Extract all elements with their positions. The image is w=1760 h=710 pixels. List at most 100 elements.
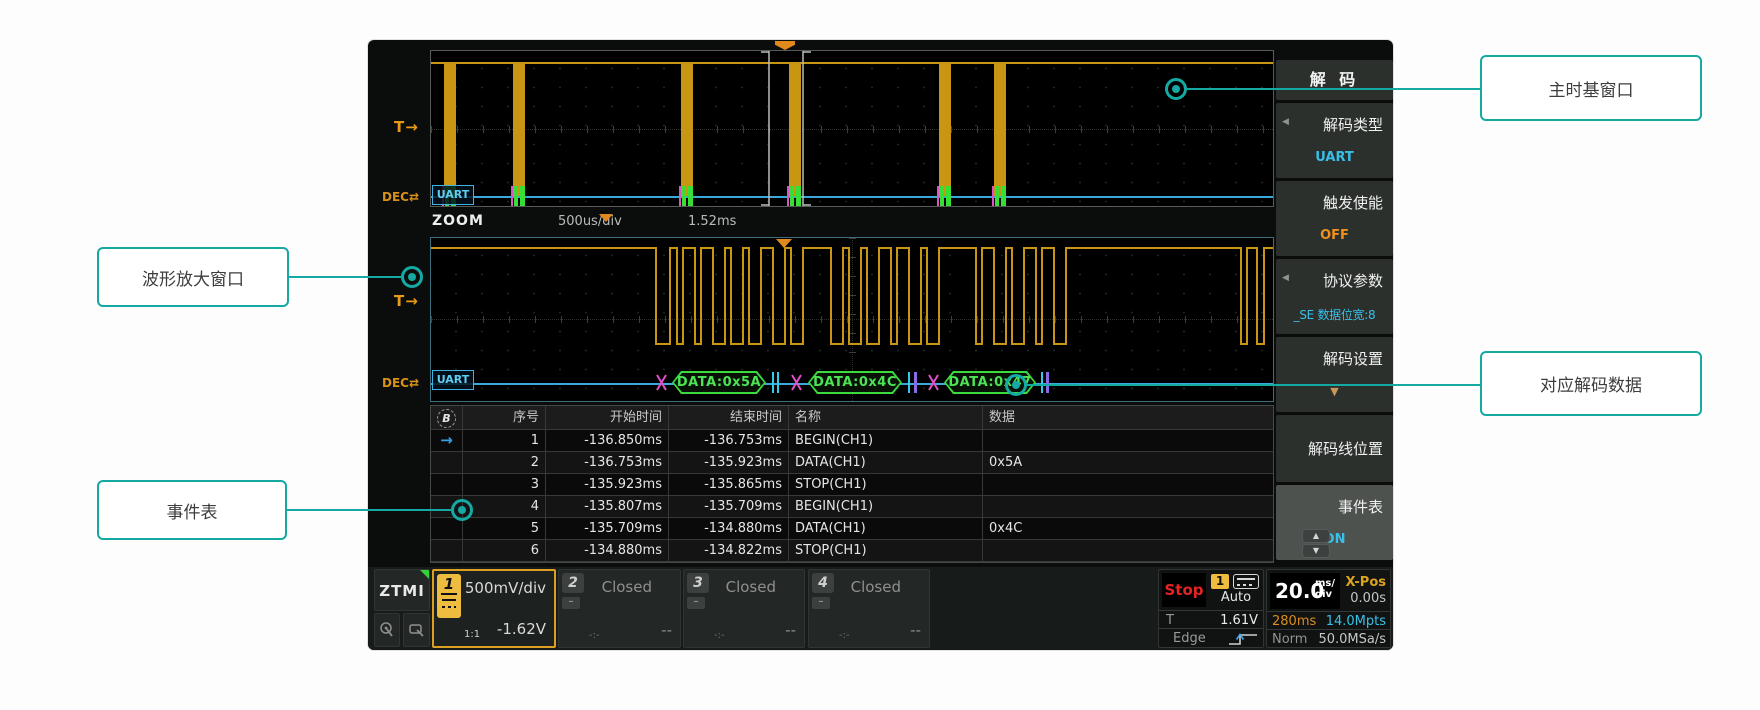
frame-idle-marker-icon — [1046, 372, 1049, 393]
channel-offset: -- — [785, 621, 796, 639]
table-cell — [983, 474, 1273, 495]
table-row[interactable]: 5-135.709ms-134.880msDATA(CH1)0x4C — [431, 518, 1273, 540]
menu-item-value: ON — [1276, 532, 1393, 547]
frame-end-marker-icon — [772, 372, 774, 393]
table-cell — [983, 540, 1273, 561]
table-row[interactable]: 2-136.753ms-135.923msDATA(CH1)0x5A — [431, 452, 1273, 474]
menu-item-decode-type[interactable]: ◀ 解码类型 UART — [1276, 103, 1393, 178]
decode-bubble: DATA:0x4C — [808, 371, 902, 394]
trigger-status-block[interactable]: Stop 1 Auto T 1.61V Edge — [1158, 569, 1264, 648]
row-pointer-cell — [431, 452, 463, 473]
channel-state: Closed — [726, 578, 776, 596]
callout-event-table: 事件表 — [97, 480, 287, 540]
scroll-down-button[interactable]: ▼ — [1302, 544, 1330, 558]
row-pointer-cell — [431, 540, 463, 561]
trigger-position-marker-icon[interactable] — [775, 41, 795, 50]
menu-item-label: 解码设置 — [1276, 348, 1383, 369]
menu-title: 解 码 — [1276, 60, 1393, 100]
zoom-trigger-position-icon — [776, 239, 792, 248]
table-row[interactable]: 4-135.807ms-135.709msBEGIN(CH1) — [431, 496, 1273, 518]
probe-ratio: -:- — [714, 630, 725, 641]
capture-range: 280ms — [1272, 614, 1316, 629]
menu-item-trigger-enable[interactable]: 触发使能 OFF — [1276, 181, 1393, 256]
table-header-cell: 结束时间 — [669, 406, 789, 429]
trigger-coupling-icon — [1233, 574, 1259, 589]
zoom-delay-value: 1.52ms — [688, 214, 736, 229]
probe-ratio: 1:1 — [464, 629, 480, 640]
frame-end-marker-icon — [908, 372, 910, 393]
zoom-decode-line-marker[interactable]: DEC⇄ — [382, 376, 419, 390]
current-row-arrow-icon: → — [440, 431, 453, 449]
menu-item-label: 事件表 — [1276, 496, 1383, 517]
table-header-cell: 开始时间 — [546, 406, 669, 429]
main-decode-line-marker[interactable]: DEC⇄ — [382, 190, 419, 204]
channel-4-tile[interactable]: 4 – Closed -:- -- — [808, 569, 930, 648]
trigger-level-label: T — [1166, 613, 1174, 628]
table-cell: DATA(CH1) — [789, 518, 983, 539]
frame-end-marker-icon — [1041, 372, 1043, 393]
chevron-down-icon: ▼ — [1276, 385, 1393, 398]
table-cell: 2 — [463, 452, 546, 473]
table-header-row: B序号开始时间结束时间名称数据 — [431, 406, 1273, 430]
rising-edge-icon — [1227, 631, 1259, 647]
event-table-scrollbar: ▲ ▼ — [1302, 529, 1330, 559]
table-header-cell: 名称 — [789, 406, 983, 429]
dc-coupling-icon — [442, 599, 456, 613]
callout-marker-main-timebase — [1165, 78, 1187, 100]
main-trigger-level-marker[interactable]: T→ — [394, 118, 419, 136]
sample-rate: 50.0MSa/s — [1318, 632, 1386, 647]
channel-1-badge: 1 — [437, 574, 461, 618]
channel-2-badge: 2 — [562, 573, 584, 593]
xpos-label: X-Pos — [1345, 575, 1386, 590]
table-cell: BEGIN(CH1) — [789, 430, 983, 451]
brand-logo: ZTMI — [374, 569, 430, 611]
channel-1-tile[interactable]: 1 500mV/div 1:1 -1.62V — [432, 569, 556, 648]
channel-state: Closed — [851, 578, 901, 596]
table-row[interactable]: 6-134.880ms-134.822msSTOP(CH1) — [431, 540, 1273, 562]
table-row[interactable]: 3-135.923ms-135.865msSTOP(CH1) — [431, 474, 1273, 496]
timebase-unit-top: ms/ — [1315, 578, 1335, 589]
row-pointer-cell: → — [431, 430, 463, 451]
table-cell: 5 — [463, 518, 546, 539]
menu-item-label: 解码线位置 — [1276, 415, 1383, 482]
zoom-offset-marker-icon — [599, 214, 613, 222]
zoom-scale-bar: ZOOM 500us/div 1.52ms — [368, 210, 1272, 234]
timebase-status-block[interactable]: 20.0 ms/ div X-Pos 0.00s 280ms 14.0Mpts … — [1266, 569, 1391, 648]
menu-item-event-table[interactable]: 事件表 ON — [1276, 485, 1393, 560]
menu-item-decode-line-position[interactable]: 解码线位置 — [1276, 415, 1393, 482]
channel-3-badge: 3 — [687, 573, 709, 593]
acquire-mode: Norm — [1272, 632, 1307, 647]
frame-end-marker-icon — [777, 372, 779, 393]
main-timebase-window — [430, 50, 1274, 207]
menu-item-decode-settings[interactable]: 解码设置 ▼ — [1276, 337, 1393, 412]
touch-gesture-button[interactable] — [374, 613, 400, 647]
bottom-status-bar: ZTMI 1 500 — [368, 567, 1393, 650]
callout-line — [287, 509, 451, 511]
callout-marker-event-table — [451, 499, 473, 521]
coupling-badge: – — [812, 597, 830, 609]
trigger-type: Edge — [1173, 631, 1206, 646]
zoom-trigger-level-marker[interactable]: T→ — [394, 292, 419, 310]
coupling-badge: – — [562, 597, 580, 609]
channel-2-tile[interactable]: 2 – Closed -:- -- — [558, 569, 681, 648]
coupling-badge: – — [687, 597, 705, 609]
oscilloscope-screen: T→ DEC⇄ UART ZOOM 500us/div 1.52ms T→ DE… — [368, 40, 1393, 650]
callout-zoom-window: 波形放大窗口 — [97, 247, 289, 307]
channel-3-tile[interactable]: 3 – Closed -:- -- — [683, 569, 805, 648]
table-cell — [983, 496, 1273, 517]
table-cell: DATA(CH1) — [789, 452, 983, 473]
scroll-up-button[interactable]: ▲ — [1302, 529, 1330, 543]
channel-offset: -- — [910, 621, 921, 639]
pan-mode-button[interactable] — [403, 613, 430, 647]
probe-ratio: -:- — [589, 630, 600, 641]
table-cell: -135.923ms — [546, 474, 669, 495]
probe-ratio: -:- — [839, 630, 850, 641]
menu-item-value: UART — [1276, 150, 1393, 165]
menu-item-protocol-params[interactable]: ◀ 协议参数 _SE 数据位宽:8 — [1276, 259, 1393, 334]
callout-main-timebase: 主时基窗口 — [1480, 55, 1702, 121]
zoom-label: ZOOM — [432, 213, 484, 229]
channel-offset: -- — [661, 621, 672, 639]
channel-state: Closed — [602, 578, 652, 596]
table-row[interactable]: →1-136.850ms-136.753msBEGIN(CH1) — [431, 430, 1273, 452]
bus-icon-header-cell: B — [431, 406, 463, 429]
